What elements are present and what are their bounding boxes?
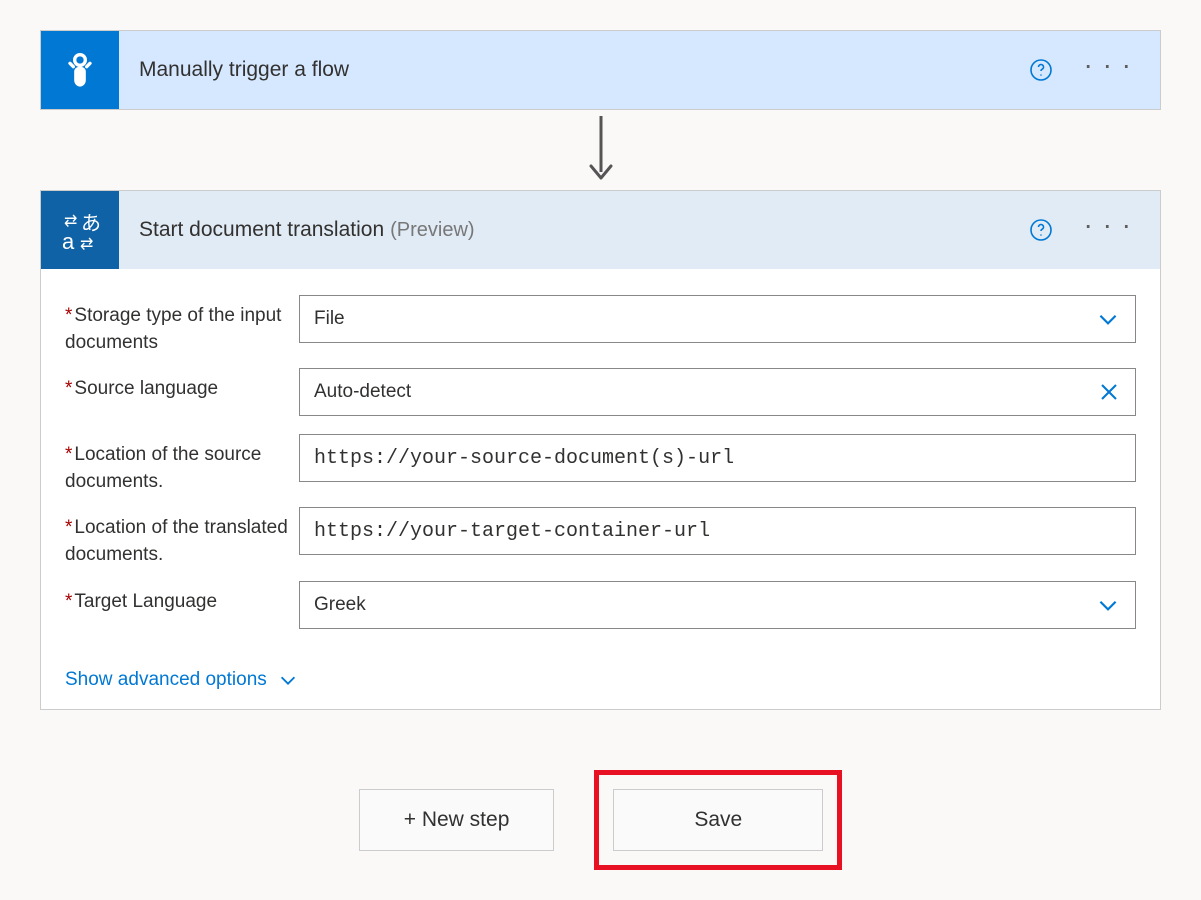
target-location-input[interactable]: https://your-target-container-url [299, 507, 1136, 555]
svg-text:a: a [62, 229, 75, 253]
chevron-down-icon [277, 669, 299, 691]
translate-icon: ⇄ あ a ⇄ [41, 191, 119, 269]
footer-actions: + New step Save [40, 770, 1161, 870]
clear-icon[interactable] [1097, 380, 1121, 404]
action-body: *Storage type of the input documents Fil… [41, 269, 1160, 709]
help-icon[interactable] [1029, 58, 1053, 82]
action-title-text: Start document translation [139, 218, 384, 242]
trigger-title: Manually trigger a flow [119, 58, 1029, 82]
more-icon[interactable]: · · · [1083, 219, 1132, 240]
field-value: https://your-source-document(s)-url [314, 447, 734, 470]
more-icon[interactable]: · · · [1083, 59, 1132, 80]
target-language-label: *Target Language [65, 581, 299, 616]
save-button[interactable]: Save [613, 789, 823, 851]
chevron-down-icon [1095, 592, 1121, 618]
new-step-button[interactable]: + New step [359, 789, 555, 851]
svg-text:⇄: ⇄ [64, 213, 77, 230]
source-language-label: *Source language [65, 368, 299, 403]
help-icon[interactable] [1029, 218, 1053, 242]
chevron-down-icon [1095, 306, 1121, 332]
svg-text:⇄: ⇄ [80, 236, 93, 253]
show-advanced-link[interactable]: Show advanced options [65, 669, 299, 691]
manual-trigger-icon [41, 31, 119, 109]
source-location-input[interactable]: https://your-source-document(s)-url [299, 434, 1136, 482]
storage-type-label: *Storage type of the input documents [65, 295, 299, 356]
field-value: Greek [314, 594, 366, 616]
target-location-label: *Location of the translated documents. [65, 507, 299, 568]
preview-tag: (Preview) [390, 219, 474, 242]
source-language-select[interactable]: Auto-detect [299, 368, 1136, 416]
target-language-select[interactable]: Greek [299, 581, 1136, 629]
storage-type-select[interactable]: File [299, 295, 1136, 343]
field-value: File [314, 308, 345, 330]
advanced-label: Show advanced options [65, 669, 267, 691]
svg-text:あ: あ [81, 213, 101, 235]
trigger-header[interactable]: Manually trigger a flow · · · [41, 31, 1160, 109]
trigger-card: Manually trigger a flow · · · [40, 30, 1161, 110]
action-title: Start document translation (Preview) [119, 218, 1029, 242]
source-location-label: *Location of the source documents. [65, 434, 299, 495]
connector-arrow [40, 110, 1161, 190]
action-header[interactable]: ⇄ あ a ⇄ Start document translation (Prev… [41, 191, 1160, 269]
field-value: https://your-target-container-url [314, 520, 710, 543]
action-card: ⇄ あ a ⇄ Start document translation (Prev… [40, 190, 1161, 710]
save-highlight-box: Save [594, 770, 842, 870]
field-value: Auto-detect [314, 381, 411, 403]
